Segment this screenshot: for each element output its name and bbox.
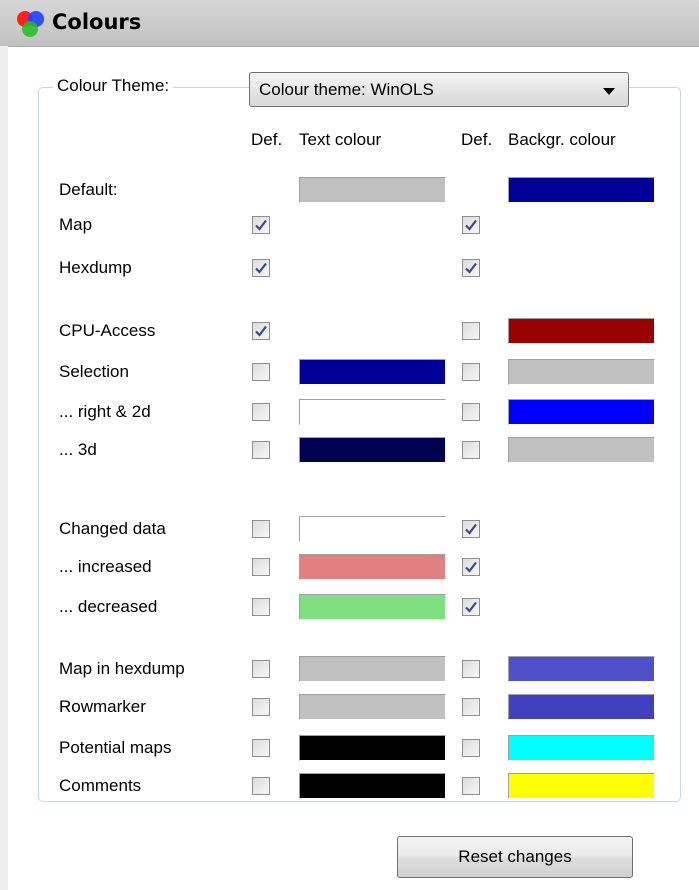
left-edge: [0, 46, 8, 890]
text-default-checkbox[interactable]: [252, 441, 270, 459]
text-colour-swatch[interactable]: [299, 656, 446, 682]
background-default-checkbox[interactable]: [462, 259, 480, 277]
background-default-checkbox[interactable]: [462, 660, 480, 678]
row-label: Changed data: [59, 519, 166, 538]
background-default-checkbox[interactable]: [462, 322, 480, 340]
background-colour-swatch[interactable]: [508, 318, 655, 344]
background-default-checkbox[interactable]: [462, 777, 480, 795]
text-colour-swatch[interactable]: [299, 399, 446, 425]
text-colour-swatch[interactable]: [299, 177, 446, 203]
text-colour-header: Text colour: [299, 130, 382, 149]
colour-theme-label: Colour Theme:: [53, 76, 174, 96]
text-default-checkbox[interactable]: [252, 322, 270, 340]
text-default-checkbox[interactable]: [252, 520, 270, 538]
text-colour-swatch[interactable]: [299, 694, 446, 720]
background-colour-swatch[interactable]: [508, 359, 655, 385]
background-colour-swatch[interactable]: [508, 399, 655, 425]
text-colour-swatch[interactable]: [299, 554, 446, 580]
text-default-checkbox[interactable]: [252, 777, 270, 795]
row-label: ... decreased: [59, 597, 158, 616]
row-label: CPU-Access: [59, 321, 156, 340]
background-default-checkbox[interactable]: [462, 698, 480, 716]
background-colour-swatch[interactable]: [508, 437, 655, 463]
background-default-header: Def.: [461, 130, 493, 149]
text-colour-swatch[interactable]: [299, 594, 446, 620]
row-label: ... increased: [59, 557, 152, 576]
row-label: ... right & 2d: [59, 402, 151, 421]
colour-theme-value: Colour theme: WinOLS: [259, 80, 434, 99]
background-default-checkbox[interactable]: [462, 598, 480, 616]
text-default-checkbox[interactable]: [252, 598, 270, 616]
panel-title: Colours: [52, 10, 142, 34]
background-colour-swatch[interactable]: [508, 735, 655, 761]
row-label: Comments: [59, 776, 142, 795]
text-colour-swatch[interactable]: [299, 735, 446, 761]
row-label: ... 3d: [59, 440, 97, 459]
text-default-checkbox[interactable]: [252, 739, 270, 757]
background-default-checkbox[interactable]: [462, 403, 480, 421]
background-default-checkbox[interactable]: [462, 520, 480, 538]
background-colour-swatch[interactable]: [508, 177, 655, 203]
text-colour-swatch[interactable]: [299, 773, 446, 799]
background-colour-header: Backgr. colour: [508, 130, 616, 149]
text-default-checkbox[interactable]: [252, 403, 270, 421]
row-label: Potential maps: [59, 738, 172, 757]
background-default-checkbox[interactable]: [462, 739, 480, 757]
text-default-checkbox[interactable]: [252, 660, 270, 678]
text-default-checkbox[interactable]: [252, 259, 270, 277]
text-colour-swatch[interactable]: [299, 516, 446, 542]
colour-theme-dropdown[interactable]: Colour theme: WinOLS: [249, 72, 629, 107]
row-label: Hexdump: [59, 258, 132, 277]
panel-header: Colours: [0, 0, 699, 47]
text-colour-swatch[interactable]: [299, 437, 446, 463]
row-label: Selection: [59, 362, 129, 381]
reset-changes-button[interactable]: Reset changes: [397, 836, 633, 878]
text-default-header: Def.: [251, 130, 283, 149]
background-default-checkbox[interactable]: [462, 216, 480, 234]
text-default-checkbox[interactable]: [252, 558, 270, 576]
background-default-checkbox[interactable]: [462, 558, 480, 576]
row-label: Map: [59, 215, 93, 234]
background-default-checkbox[interactable]: [462, 363, 480, 381]
dropdown-arrow-icon: [603, 88, 615, 95]
row-label: Rowmarker: [59, 697, 146, 716]
background-default-checkbox[interactable]: [462, 441, 480, 459]
row-label: Map in hexdump: [59, 659, 185, 678]
background-colour-swatch[interactable]: [508, 656, 655, 682]
rgb-circles-icon: [17, 11, 44, 37]
text-default-checkbox[interactable]: [252, 363, 270, 381]
background-colour-swatch[interactable]: [508, 694, 655, 720]
row-label: Default:: [59, 180, 118, 199]
text-default-checkbox[interactable]: [252, 698, 270, 716]
text-default-checkbox[interactable]: [252, 216, 270, 234]
text-colour-swatch[interactable]: [299, 359, 446, 385]
background-colour-swatch[interactable]: [508, 773, 655, 799]
